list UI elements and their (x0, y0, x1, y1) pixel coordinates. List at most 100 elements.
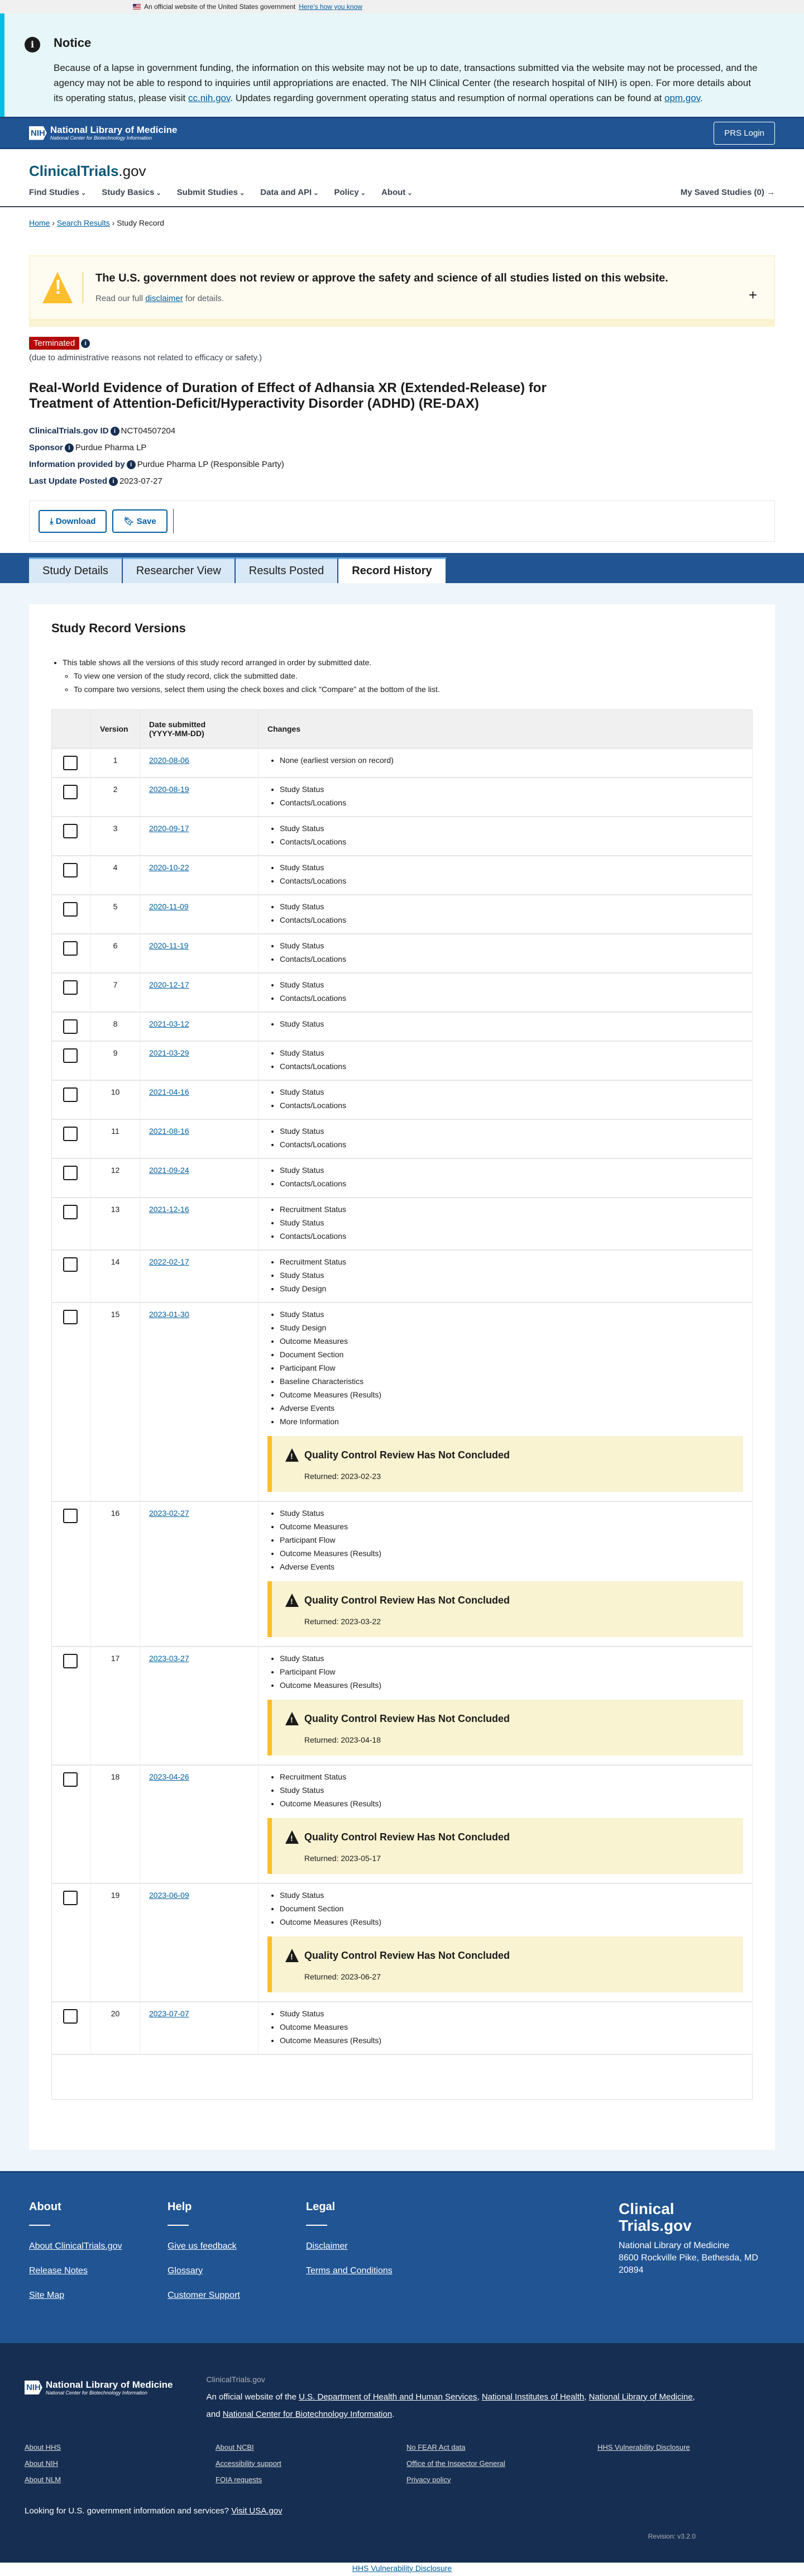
agency-link[interactable]: HHS Vulnerability Disclosure (597, 2443, 788, 2451)
site-logo[interactable]: ClinicalTrials.gov (29, 163, 775, 180)
cc-nih-link[interactable]: cc.nih.gov (188, 93, 230, 103)
version-checkbox[interactable] (63, 785, 78, 800)
version-checkbox[interactable] (63, 1127, 78, 1142)
agency-link[interactable]: About NIH (25, 2459, 216, 2468)
info-icon[interactable]: i (109, 477, 118, 486)
opm-link[interactable]: opm.gov (664, 93, 700, 103)
version-checkbox[interactable] (63, 1166, 78, 1181)
submitted-date-link[interactable]: 2020-11-09 (149, 902, 189, 911)
nav-find-studies[interactable]: Find Studies (29, 188, 86, 197)
header-date-format: (YYYY-MM-DD) (149, 729, 204, 738)
usa-link[interactable]: Visit USA.gov (231, 2506, 282, 2516)
nav-data-api[interactable]: Data and API (260, 188, 318, 197)
save-button[interactable]: 🔖︎ Save (112, 509, 168, 533)
agency-link[interactable]: No FEAR Act data (406, 2443, 597, 2451)
footer-link[interactable]: About ClinicalTrials.gov (29, 2241, 168, 2251)
info-icon[interactable]: i (81, 338, 90, 348)
disclaimer-link[interactable]: disclaimer (145, 294, 183, 303)
agency-link[interactable]: Privacy policy (406, 2475, 597, 2484)
footer-link[interactable]: Customer Support (168, 2291, 306, 2301)
change-item: Outcome Measures (Results) (280, 1797, 743, 1810)
version-checkbox[interactable] (63, 1048, 78, 1063)
submitted-date-link[interactable]: 2021-03-12 (149, 1019, 189, 1028)
agency-link[interactable]: Office of the Inspector General (406, 2459, 597, 2468)
agency-link[interactable]: About NLM (25, 2475, 216, 2484)
version-checkbox[interactable] (63, 863, 78, 878)
version-checkbox[interactable] (63, 2009, 78, 2024)
prs-login-button[interactable]: PRS Login (714, 121, 775, 145)
nav-submit-studies[interactable]: Submit Studies (177, 188, 245, 197)
nlm-logo[interactable]: NIH National Library of Medicine National… (29, 125, 178, 141)
tab-record-history[interactable]: Record History (338, 557, 447, 584)
download-button[interactable]: ⤓ Download (39, 509, 107, 533)
submitted-date-link[interactable]: 2023-02-27 (149, 1509, 189, 1518)
version-checkbox[interactable] (63, 824, 78, 839)
nih-link[interactable]: National Institutes of Health (482, 2392, 584, 2402)
version-checkbox[interactable] (63, 1310, 78, 1325)
versions-table: Version Date submitted (YYYY-MM-DD) Chang… (51, 709, 753, 2100)
submitted-date-link[interactable]: 2022-02-17 (149, 1257, 189, 1266)
version-checkbox[interactable] (63, 1205, 78, 1220)
how-you-know-link[interactable]: Here's how you know (299, 3, 362, 11)
expand-plus-icon[interactable]: + (749, 287, 757, 304)
submitted-date-link[interactable]: 2023-04-26 (149, 1772, 189, 1781)
nav-study-basics[interactable]: Study Basics (102, 188, 161, 197)
version-checkbox[interactable] (63, 902, 78, 917)
submitted-date-link[interactable]: 2021-03-29 (149, 1048, 189, 1057)
version-checkbox[interactable] (63, 756, 78, 771)
version-checkbox[interactable] (63, 1654, 78, 1669)
footer-link[interactable]: Disclaimer (306, 2241, 444, 2251)
version-checkbox[interactable] (63, 980, 78, 995)
tab-study-details[interactable]: Study Details (29, 557, 123, 584)
site-brand[interactable]: ClinicalTrials.gov (0, 149, 804, 180)
submitted-date-link[interactable]: 2020-08-19 (149, 785, 189, 794)
version-checkbox[interactable] (63, 1257, 78, 1272)
nav-about[interactable]: About (381, 188, 413, 197)
footer-link[interactable]: Give us feedback (168, 2241, 306, 2251)
submitted-date-link[interactable]: 2020-08-06 (149, 756, 189, 765)
breadcrumb-home[interactable]: Home (29, 218, 50, 227)
breadcrumb-search-results[interactable]: Search Results (57, 218, 110, 227)
submitted-date-link[interactable]: 2023-06-09 (149, 1891, 189, 1900)
agency-link[interactable]: About NCBI (216, 2443, 406, 2451)
date-cell: 2023-04-26 (140, 1764, 259, 1884)
version-checkbox[interactable] (63, 1772, 78, 1787)
nav-policy[interactable]: Policy (334, 188, 366, 197)
submitted-date-link[interactable]: 2020-11-19 (149, 941, 189, 950)
footer-nlm-logo[interactable]: NIH National Library of Medicine National… (25, 2379, 173, 2396)
footer-link[interactable]: Site Map (29, 2291, 168, 2301)
submitted-date-link[interactable]: 2023-07-07 (149, 2009, 189, 2018)
tab-results-posted[interactable]: Results Posted (235, 557, 339, 584)
hhs-vulnerability-link[interactable]: HHS Vulnerability Disclosure (352, 2564, 452, 2573)
footer-link[interactable]: Glossary (168, 2266, 306, 2276)
submitted-date-link[interactable]: 2023-03-27 (149, 1654, 189, 1663)
tab-researcher-view[interactable]: Researcher View (122, 557, 236, 584)
agency-link[interactable]: About HHS (25, 2443, 216, 2451)
changes-cell: Study StatusStudy DesignOutcome Measures… (258, 1302, 753, 1502)
submitted-date-link[interactable]: 2023-01-30 (149, 1310, 189, 1319)
footer-link[interactable]: Terms and Conditions (306, 2266, 444, 2276)
empty-cell (597, 2459, 788, 2468)
nlm-link[interactable]: National Library of Medicine (589, 2392, 693, 2402)
submitted-date-link[interactable]: 2021-04-16 (149, 1087, 189, 1096)
my-saved-studies-link[interactable]: My Saved Studies (0) → (681, 188, 775, 197)
footer-link[interactable]: Release Notes (29, 2266, 168, 2276)
version-checkbox[interactable] (63, 941, 78, 956)
submitted-date-link[interactable]: 2021-08-16 (149, 1127, 189, 1136)
submitted-date-link[interactable]: 2021-12-16 (149, 1205, 189, 1214)
agency-link[interactable]: Accessibility support (216, 2459, 406, 2468)
info-icon[interactable]: i (64, 443, 74, 453)
info-icon[interactable]: i (110, 427, 119, 436)
agency-link[interactable]: FOIA requests (216, 2475, 406, 2484)
version-checkbox[interactable] (63, 1019, 78, 1034)
submitted-date-link[interactable]: 2020-09-17 (149, 824, 189, 833)
hhs-link[interactable]: U.S. Department of Health and Human Serv… (299, 2392, 477, 2402)
version-checkbox[interactable] (63, 1509, 78, 1524)
submitted-date-link[interactable]: 2020-10-22 (149, 863, 189, 872)
submitted-date-link[interactable]: 2021-09-24 (149, 1166, 189, 1175)
submitted-date-link[interactable]: 2020-12-17 (149, 980, 189, 989)
ncbi-link[interactable]: National Center for Biotechnology Inform… (223, 2410, 393, 2419)
version-checkbox[interactable] (63, 1087, 78, 1103)
info-icon[interactable]: i (126, 460, 136, 470)
version-checkbox[interactable] (63, 1891, 78, 1906)
